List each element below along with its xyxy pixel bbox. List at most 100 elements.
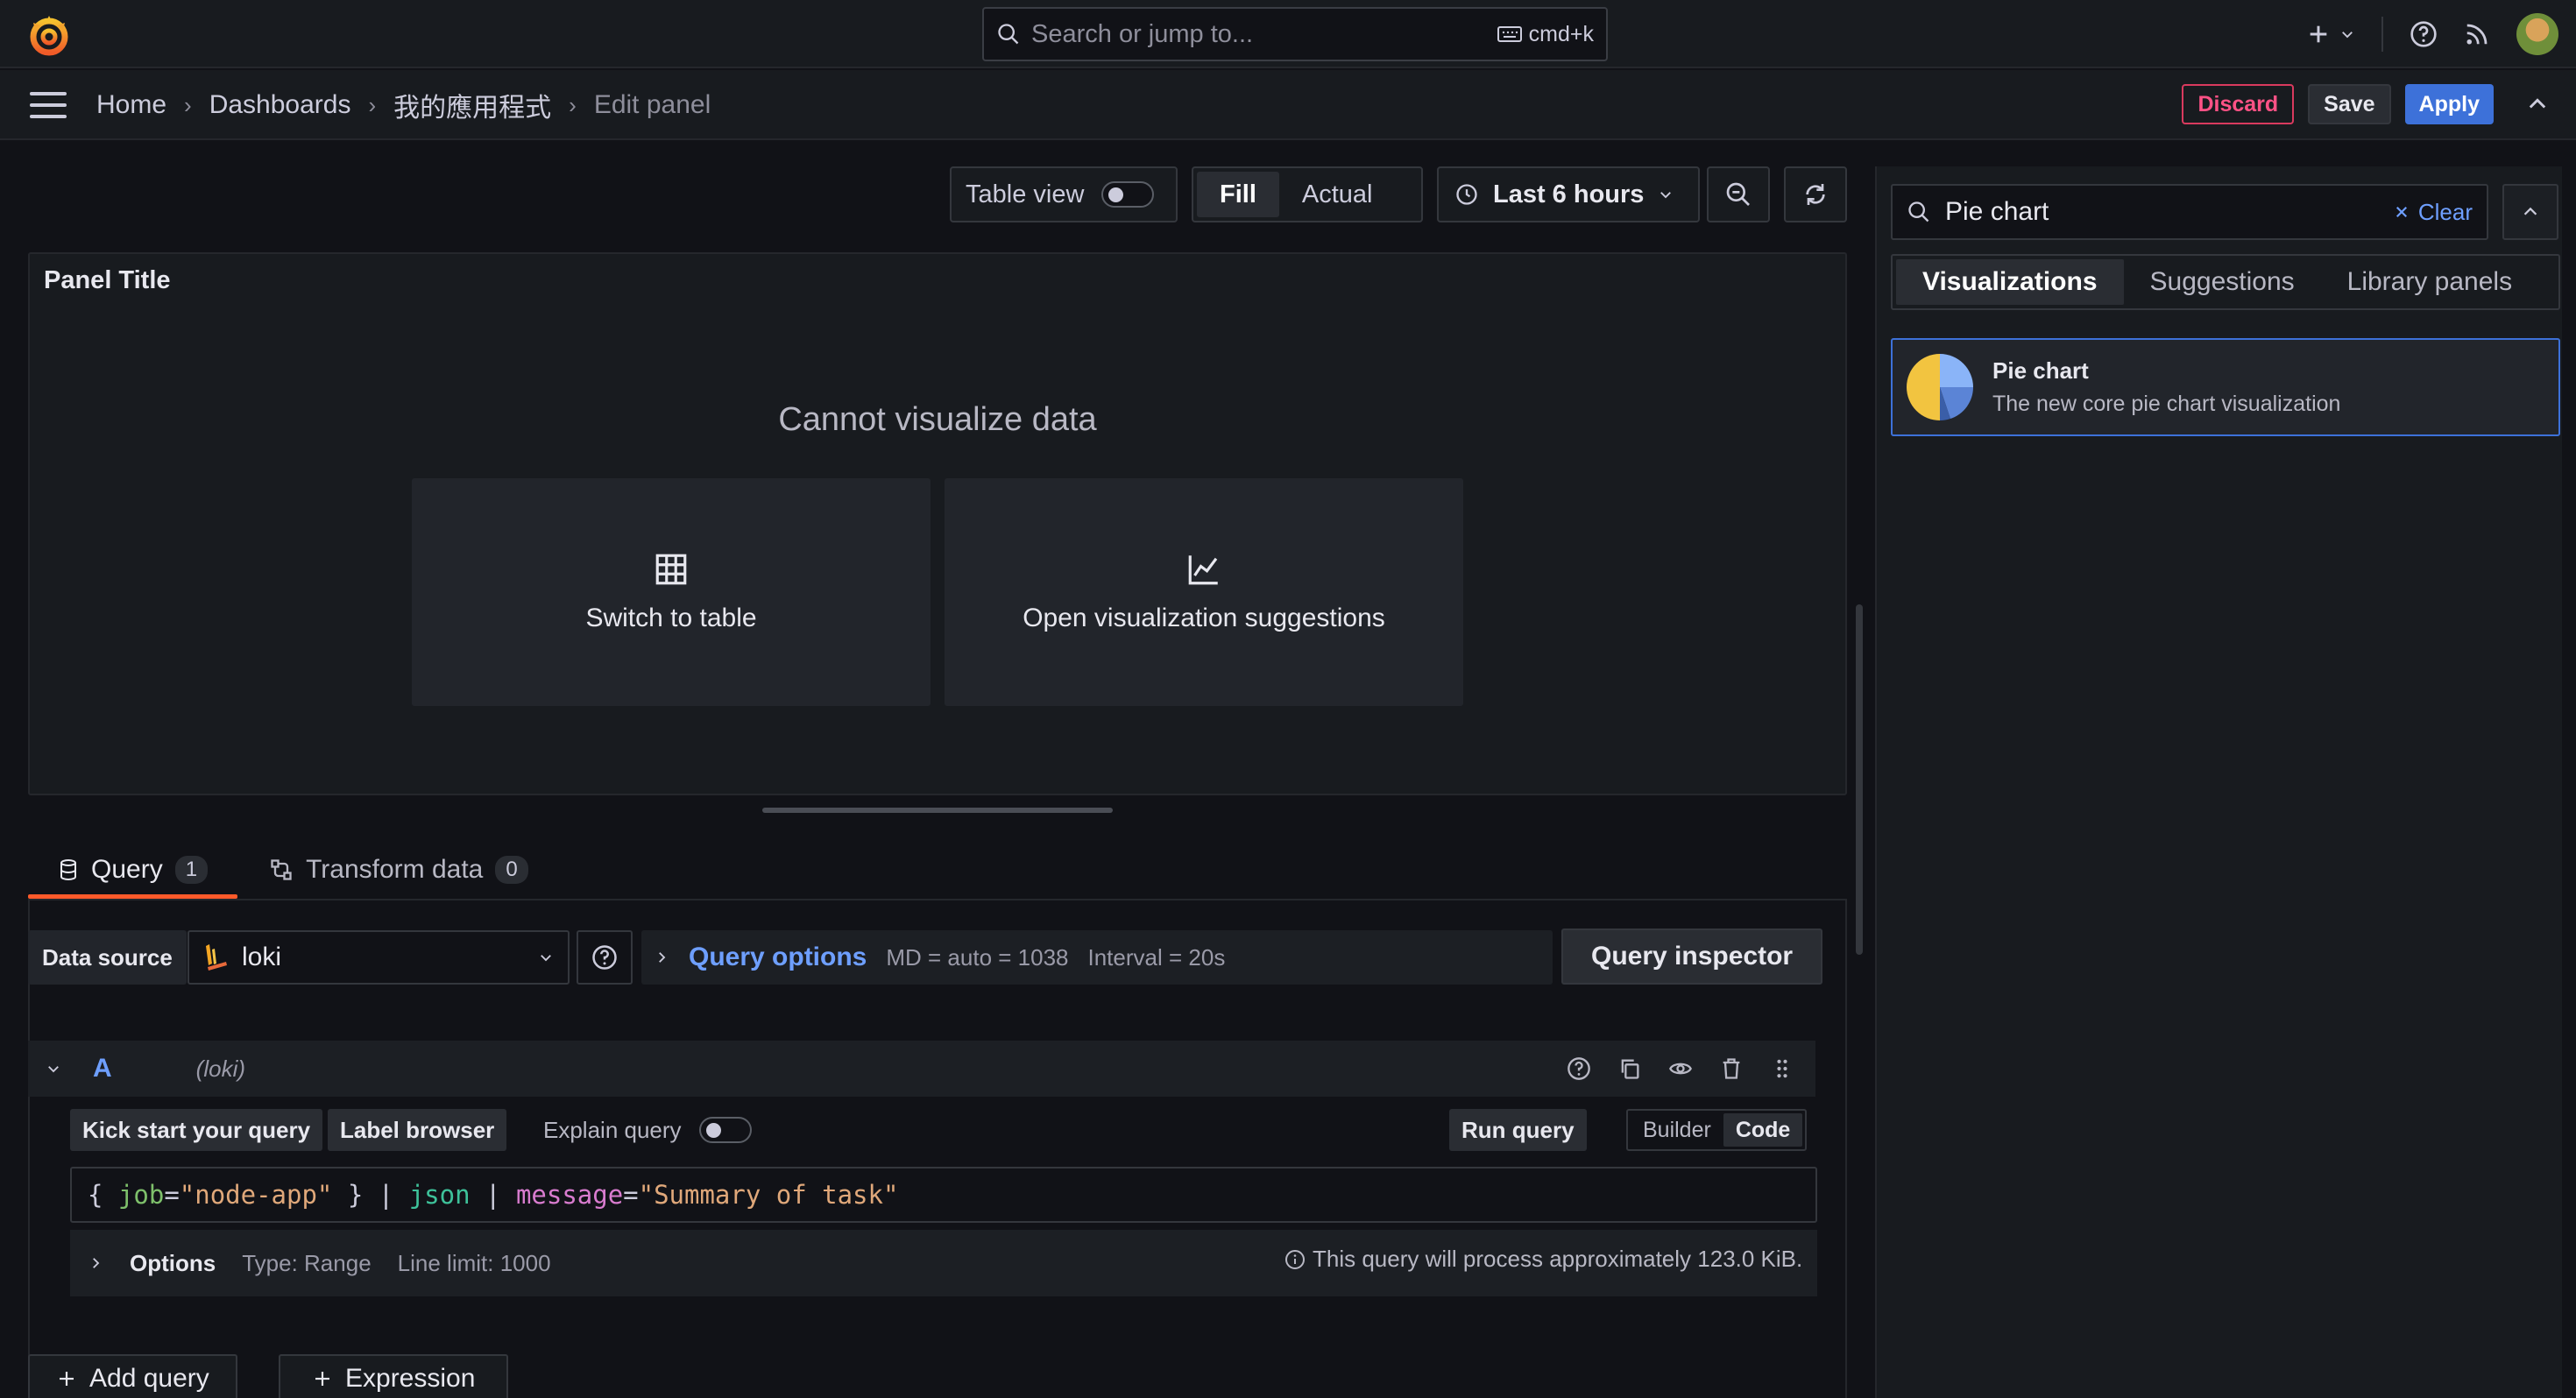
tab-visualizations[interactable]: Visualizations <box>1896 259 2124 305</box>
chevron-down-icon[interactable] <box>46 1061 61 1077</box>
code-token: "node-app" <box>179 1180 333 1210</box>
zoom-out-button[interactable] <box>1707 166 1770 222</box>
tab-query-label: Query <box>91 855 163 884</box>
explain-query-toggle[interactable]: Explain query <box>543 1109 752 1151</box>
add-expression-button[interactable]: Expression <box>279 1354 509 1398</box>
close-icon <box>2396 206 2407 218</box>
eye-icon[interactable] <box>1668 1056 1693 1081</box>
open-suggestions-card[interactable]: Open visualization suggestions <box>945 478 1463 706</box>
breadcrumb-dashboard[interactable]: 我的應用程式 <box>393 86 551 124</box>
transform-icon <box>271 859 292 880</box>
chevron-right-icon: › <box>569 91 577 118</box>
kick-start-button[interactable]: Kick start your query <box>70 1109 323 1151</box>
panel-title[interactable]: Panel Title <box>44 266 171 295</box>
viz-picker-tabs: Visualizations Suggestions Library panel… <box>1891 254 2560 310</box>
divider <box>2381 17 2383 52</box>
breadcrumb-dashboards[interactable]: Dashboards <box>209 90 351 120</box>
chevron-down-icon <box>2342 32 2353 39</box>
new-menu-button[interactable] <box>2306 22 2355 46</box>
explain-query-label: Explain query <box>543 1116 682 1143</box>
query-ref-id[interactable]: A <box>93 1054 112 1084</box>
query-count-badge: 1 <box>174 856 209 884</box>
discard-button[interactable]: Discard <box>2182 84 2295 124</box>
database-icon <box>60 859 76 880</box>
datasource-help-button[interactable] <box>577 930 633 985</box>
viz-search-input[interactable]: Pie chart Clear <box>1891 184 2488 240</box>
actual-option[interactable]: Actual <box>1279 172 1396 217</box>
fill-option[interactable]: Fill <box>1197 172 1279 217</box>
query-datasource-name: (loki) <box>195 1055 246 1082</box>
chevron-right-icon: › <box>368 91 377 118</box>
run-query-button[interactable]: Run query <box>1449 1109 1587 1151</box>
code-token: "Summary of task" <box>638 1180 899 1210</box>
table-icon <box>655 554 687 585</box>
scrollbar[interactable] <box>1856 604 1863 955</box>
datasource-label: Data source <box>28 930 187 985</box>
breadcrumb-home[interactable]: Home <box>96 90 166 120</box>
plus-icon <box>2310 25 2327 43</box>
add-query-button[interactable]: Add query <box>28 1354 237 1398</box>
add-query-label: Add query <box>89 1364 209 1393</box>
viz-search-value: Pie chart <box>1945 197 2049 226</box>
keyboard-icon <box>1497 26 1522 42</box>
chevron-down-icon <box>1660 192 1672 199</box>
query-options[interactable]: Query options MD = auto = 1038 Interval … <box>641 930 1553 985</box>
viz-result-description: The new core pie chart visualization <box>1992 392 2341 416</box>
time-range-label: Last 6 hours <box>1493 180 1645 208</box>
code-token: } | <box>332 1180 409 1210</box>
grafana-logo-icon[interactable] <box>26 12 72 58</box>
help-icon[interactable] <box>1567 1056 1591 1081</box>
global-search-input[interactable]: Search or jump to... cmd+k <box>982 7 1608 61</box>
collapse-pane-button[interactable] <box>2502 184 2558 240</box>
viz-result-pie-chart[interactable]: Pie chart The new core pie chart visuali… <box>1891 338 2560 436</box>
viz-result-title: Pie chart <box>1992 357 2089 384</box>
chevron-down-icon <box>541 955 551 962</box>
query-row-header[interactable]: A (loki) <box>28 1041 1815 1097</box>
chevron-up-icon[interactable] <box>2525 92 2550 116</box>
datasource-value: loki <box>242 943 282 971</box>
avatar[interactable] <box>2516 13 2558 55</box>
query-size-info: This query will process approximately 12… <box>1284 1246 1802 1273</box>
drag-handle-icon[interactable] <box>1770 1056 1794 1081</box>
switch-to-table-card[interactable]: Switch to table <box>412 478 931 706</box>
search-placeholder: Search or jump to... <box>1031 19 1254 48</box>
explain-query-switch[interactable] <box>698 1117 752 1143</box>
query-inspector-button[interactable]: Query inspector <box>1561 928 1823 985</box>
builder-mode-option[interactable]: Builder <box>1631 1113 1723 1147</box>
options-label: Options <box>130 1249 216 1276</box>
help-icon[interactable] <box>2410 20 2438 48</box>
time-range-picker[interactable]: Last 6 hours <box>1437 166 1700 222</box>
transform-count-badge: 0 <box>495 856 528 884</box>
chevron-right-icon <box>659 952 666 963</box>
datasource-select[interactable]: loki <box>188 930 570 985</box>
refresh-button[interactable] <box>1784 166 1847 222</box>
table-view-label: Table view <box>966 180 1085 208</box>
query-options-label: Query options <box>689 943 867 971</box>
chart-line-icon <box>1188 555 1218 585</box>
table-view-switch[interactable] <box>1101 181 1155 208</box>
menu-icon[interactable] <box>30 90 67 120</box>
panel-preview <box>28 252 1847 795</box>
tab-suggestions[interactable]: Suggestions <box>2124 259 2321 305</box>
chevron-right-icon: › <box>184 91 192 118</box>
code-mode-option[interactable]: Code <box>1723 1113 1803 1147</box>
code-token: message <box>515 1180 624 1210</box>
label-browser-button[interactable]: Label browser <box>328 1109 507 1151</box>
trash-icon[interactable] <box>1719 1056 1744 1081</box>
news-rss-icon[interactable] <box>2464 21 2490 47</box>
tab-query[interactable]: Query 1 <box>28 841 238 899</box>
save-button[interactable]: Save <box>2308 84 2391 124</box>
breadcrumb-current: Edit panel <box>593 90 711 119</box>
query-code-editor[interactable]: { job = "node-app" } | json | message = "Sum… <box>70 1167 1817 1223</box>
clear-search-button[interactable]: Clear <box>2394 199 2473 226</box>
tab-transform[interactable]: Transform data 0 <box>269 841 558 899</box>
copy-icon[interactable] <box>1617 1056 1642 1081</box>
table-view-toggle[interactable]: Table view <box>950 166 1178 222</box>
query-row-actions <box>1567 1041 1794 1097</box>
apply-button[interactable]: Apply <box>2404 84 2494 124</box>
tab-library-panels[interactable]: Library panels <box>2321 259 2538 305</box>
chevron-right-icon <box>93 1258 100 1268</box>
pane-splitter[interactable] <box>762 808 1113 813</box>
code-token: { <box>88 1180 118 1210</box>
info-icon <box>1285 1249 1305 1269</box>
